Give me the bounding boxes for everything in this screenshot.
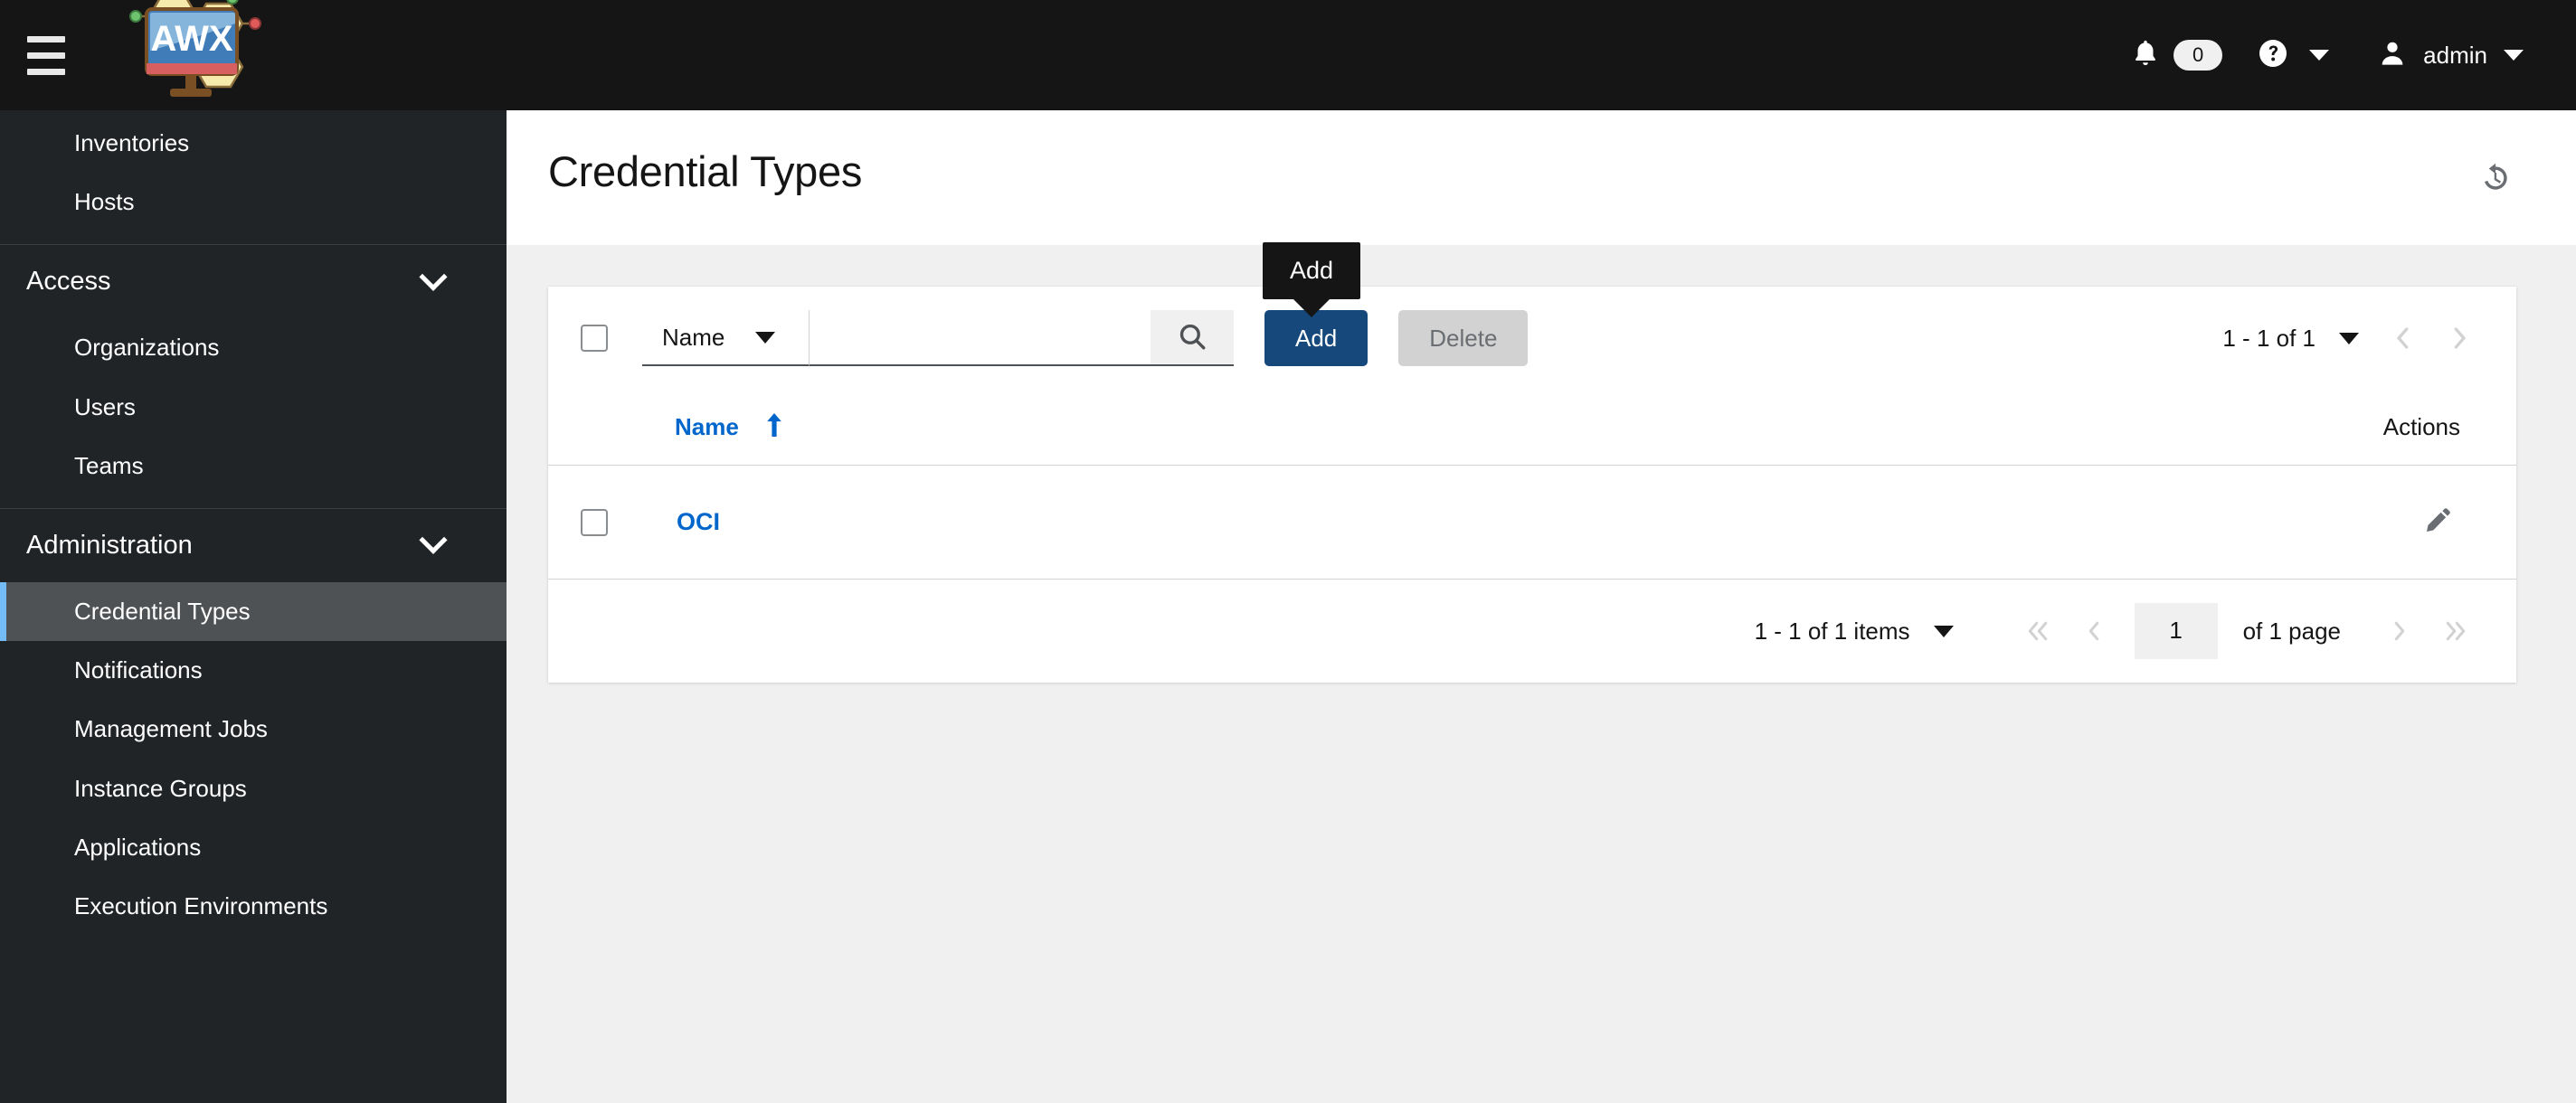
- add-button-tooltip: Add: [1263, 242, 1361, 299]
- chevron-right-icon: [2394, 621, 2405, 641]
- first-page-button: [2010, 603, 2066, 659]
- search-input[interactable]: [809, 310, 1151, 366]
- sort-ascending-icon: [764, 413, 784, 441]
- chevron-left-icon: [2088, 621, 2098, 641]
- credential-type-link[interactable]: OCI: [677, 508, 720, 535]
- delete-button: Delete: [1398, 310, 1529, 366]
- chevron-down-icon: [419, 526, 448, 555]
- search-filter-group: Name: [642, 310, 1234, 366]
- masthead-actions: 0 admin: [2114, 0, 2576, 110]
- awx-logo[interactable]: AWX: [99, 0, 280, 110]
- svg-text:AWX: AWX: [150, 19, 232, 59]
- user-avatar-icon: [2378, 38, 2407, 73]
- sidebar-navigation: Inventories Hosts Access Organizations U…: [0, 110, 507, 1103]
- page-title: Credential Types: [548, 147, 863, 195]
- chevron-right-icon: [2454, 327, 2466, 349]
- filter-field-select[interactable]: Name: [642, 310, 809, 366]
- sidebar-group-administration[interactable]: Administration: [0, 509, 507, 582]
- total-pages-label: of 1 page: [2242, 617, 2341, 645]
- sidebar-group-access[interactable]: Access: [0, 245, 507, 318]
- caret-down-icon: [2339, 332, 2359, 344]
- footer-next-page-button: [2372, 603, 2428, 659]
- row-edit-button[interactable]: [2422, 504, 2487, 541]
- sidebar-item-notifications[interactable]: Notifications: [0, 641, 507, 700]
- sidebar-item-execution-environments[interactable]: Execution Environments: [0, 877, 507, 936]
- chevron-left-icon: [2397, 327, 2409, 349]
- page-header: Credential Types: [507, 110, 2576, 245]
- credential-types-card: Name Add Delete 1 - 1 of 1 Name Actions …: [548, 287, 2516, 683]
- last-page-button: [2428, 603, 2484, 659]
- caret-down-icon: [755, 331, 776, 344]
- footer-previous-page-button: [2066, 603, 2122, 659]
- history-icon: [2478, 163, 2513, 199]
- username-label: admin: [2423, 41, 2487, 69]
- column-header-name[interactable]: Name: [675, 413, 784, 441]
- main-content: Credential Types Name Add Delete 1 - 1 o…: [507, 110, 2576, 1103]
- previous-page-button: [2375, 310, 2431, 366]
- caret-down-icon: [1933, 625, 1954, 637]
- add-button[interactable]: Add: [1264, 310, 1368, 366]
- awx-application: AWX 0 admin Inventories Hosts Access Org…: [0, 0, 2576, 1103]
- sidebar-item-management-jobs[interactable]: Management Jobs: [0, 700, 507, 759]
- sidebar-item-teams[interactable]: Teams: [0, 437, 507, 495]
- sidebar-item-credential-types[interactable]: Credential Types: [0, 581, 507, 642]
- cell-name: OCI: [677, 508, 720, 536]
- footer-per-page-select[interactable]: 1 - 1 of 1 items: [1738, 617, 1970, 646]
- sidebar-item-organizations[interactable]: Organizations: [0, 318, 507, 377]
- question-circle-icon: [2257, 37, 2289, 74]
- activity-stream-button[interactable]: [2473, 156, 2518, 205]
- column-header-name-label: Name: [675, 413, 739, 440]
- sidebar-item-applications[interactable]: Applications: [0, 818, 507, 877]
- global-nav-toggle-icon[interactable]: [20, 29, 72, 81]
- sidebar-group-label: Administration: [26, 530, 193, 560]
- row-select-checkbox[interactable]: [581, 508, 608, 536]
- notifications-button[interactable]: 0: [2114, 37, 2239, 74]
- double-chevron-left-icon: [2028, 621, 2047, 641]
- chevron-down-icon: [419, 262, 448, 291]
- double-chevron-right-icon: [2446, 621, 2466, 641]
- table-header: Name Actions: [548, 390, 2516, 466]
- sidebar-item-hosts[interactable]: Hosts: [0, 173, 507, 231]
- chevron-down-icon: [2309, 50, 2330, 61]
- bell-icon: [2130, 37, 2161, 74]
- notification-count-badge: 0: [2174, 40, 2223, 71]
- masthead: AWX 0 admin: [0, 0, 2576, 110]
- sidebar-item-inventories[interactable]: Inventories: [0, 114, 507, 173]
- search-submit-button[interactable]: [1151, 310, 1234, 366]
- page-number-input[interactable]: [2134, 603, 2218, 659]
- pagination-summary: 1 - 1 of 1: [2222, 324, 2316, 352]
- sidebar-item-instance-groups[interactable]: Instance Groups: [0, 759, 507, 818]
- filter-field-label: Name: [662, 323, 725, 351]
- select-all-checkbox[interactable]: [581, 325, 608, 352]
- search-icon: [1177, 321, 1208, 354]
- pencil-icon: [2422, 504, 2455, 541]
- list-toolbar: Name Add Delete 1 - 1 of 1: [548, 287, 2516, 390]
- sidebar-group-label: Access: [26, 267, 111, 297]
- per-page-select[interactable]: 1 - 1 of 1: [2206, 325, 2375, 353]
- sidebar-item-users[interactable]: Users: [0, 378, 507, 437]
- footer-items-summary: 1 - 1 of 1 items: [1754, 617, 1910, 645]
- bottom-pagination: 1 - 1 of 1 items 1 of 1 page: [548, 580, 2516, 683]
- table-row: OCI: [548, 466, 2516, 580]
- help-menu-button[interactable]: [2239, 37, 2347, 74]
- top-pagination: 1 - 1 of 1: [2206, 310, 2487, 366]
- chevron-down-icon: [2504, 50, 2524, 61]
- content-body: Name Add Delete 1 - 1 of 1 Name Actions …: [507, 245, 2576, 683]
- next-page-button: [2431, 310, 2487, 366]
- user-menu-button[interactable]: admin: [2347, 38, 2536, 73]
- column-header-actions: Actions: [2382, 413, 2460, 440]
